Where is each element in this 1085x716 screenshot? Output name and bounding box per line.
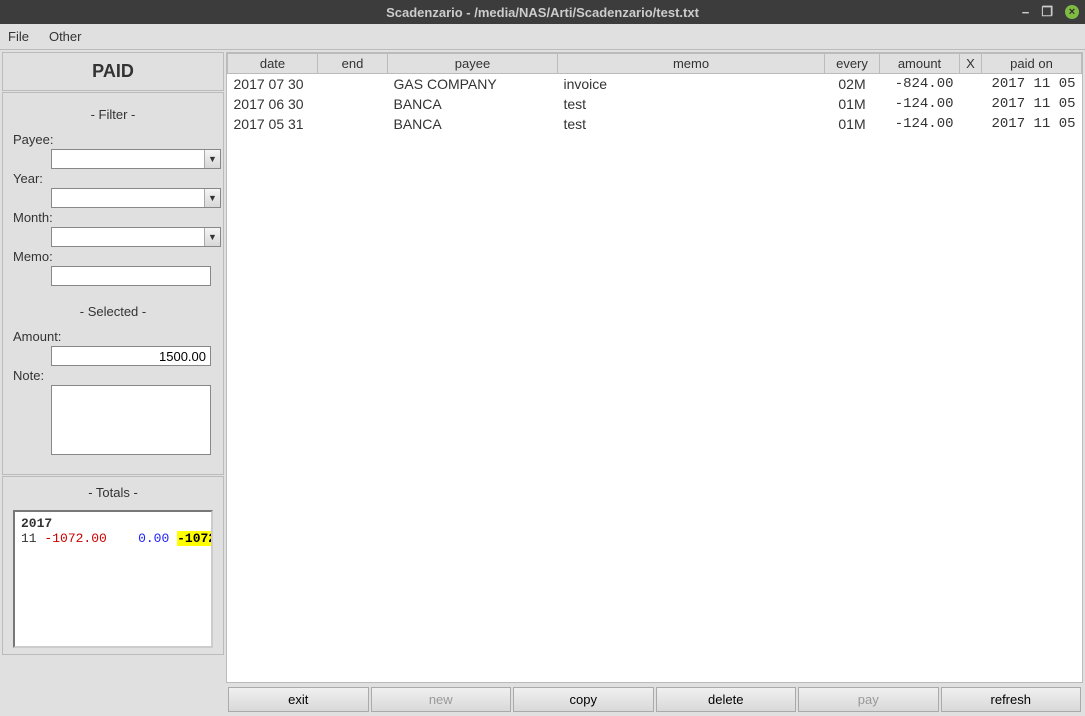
cell-every: 01M [825, 94, 880, 114]
year-row: Year: ▼ [13, 171, 213, 208]
cell-payee: GAS COMPANY [388, 74, 558, 95]
col-memo[interactable]: memo [558, 54, 825, 74]
cell-memo: invoice [558, 74, 825, 95]
month-label: Month: [13, 210, 213, 225]
month-combo[interactable]: ▼ [51, 227, 221, 247]
sidebar: PAID - Filter - Payee: ▼ Year: ▼ [2, 52, 224, 714]
cell-paid-on: 2017 11 05 [982, 94, 1082, 114]
chevron-down-icon[interactable]: ▼ [204, 189, 220, 207]
paid-title-panel: PAID [2, 52, 224, 91]
col-x[interactable]: X [960, 54, 982, 74]
month-input[interactable] [51, 227, 221, 247]
cell-paid-on: 2017 11 05 [982, 114, 1082, 134]
content: PAID - Filter - Payee: ▼ Year: ▼ [0, 50, 1085, 716]
pay-button[interactable]: pay [798, 687, 939, 712]
col-every[interactable]: every [825, 54, 880, 74]
totals-neg: -1072.00 [44, 531, 106, 546]
cell-x [960, 74, 982, 95]
year-label: Year: [13, 171, 213, 186]
filter-panel: - Filter - Payee: ▼ Year: ▼ [2, 92, 224, 475]
maximize-icon[interactable]: ❐ [1041, 4, 1053, 20]
cell-paid-on: 2017 11 05 [982, 74, 1082, 95]
minimize-icon[interactable]: − [1022, 5, 1030, 20]
cell-x [960, 114, 982, 134]
totals-year: 2017 [21, 516, 52, 531]
year-combo[interactable]: ▼ [51, 188, 221, 208]
payee-row: Payee: ▼ [13, 132, 213, 169]
totals-panel: - Totals - 2017 11 -1072.00 0.00 -1072.0… [2, 476, 224, 655]
cell-end [318, 114, 388, 134]
window-controls: − ❐ × [1022, 4, 1079, 20]
memo-row: Memo: [13, 249, 213, 286]
close-icon[interactable]: × [1065, 5, 1079, 19]
filter-heading: - Filter - [13, 107, 213, 122]
chevron-down-icon[interactable]: ▼ [204, 228, 220, 246]
data-table: date end payee memo every amount X paid … [227, 53, 1082, 134]
col-amount[interactable]: amount [880, 54, 960, 74]
totals-credit: 0.00 [138, 531, 169, 546]
totals-box[interactable]: 2017 11 -1072.00 0.00 -1072.00 [13, 510, 213, 648]
cell-date: 2017 07 30 [228, 74, 318, 95]
col-payee[interactable]: payee [388, 54, 558, 74]
note-textarea[interactable] [51, 385, 211, 455]
col-paid-on[interactable]: paid on [982, 54, 1082, 74]
cell-memo: test [558, 94, 825, 114]
memo-input[interactable] [51, 266, 211, 286]
amount-row: Amount: [13, 329, 213, 366]
year-input[interactable] [51, 188, 221, 208]
button-row: exit new copy delete pay refresh [226, 685, 1083, 714]
exit-button[interactable]: exit [228, 687, 369, 712]
cell-date: 2017 06 30 [228, 94, 318, 114]
payee-combo[interactable]: ▼ [51, 149, 221, 169]
chevron-down-icon[interactable]: ▼ [204, 150, 220, 168]
month-row: Month: ▼ [13, 210, 213, 247]
totals-heading: - Totals - [13, 485, 213, 500]
cell-end [318, 74, 388, 95]
cell-x [960, 94, 982, 114]
copy-button[interactable]: copy [513, 687, 654, 712]
app-window: Scadenzario - /media/NAS/Arti/Scadenzari… [0, 0, 1085, 716]
titlebar: Scadenzario - /media/NAS/Arti/Scadenzari… [0, 0, 1085, 24]
new-button[interactable]: new [371, 687, 512, 712]
table-row[interactable]: 2017 05 31 BANCAtest01M-124.00 2017 11 05 [228, 114, 1082, 134]
col-end[interactable]: end [318, 54, 388, 74]
payee-input[interactable] [51, 149, 221, 169]
note-row: Note: [13, 368, 213, 458]
menu-other[interactable]: Other [45, 27, 86, 46]
menubar: File Other [0, 24, 1085, 50]
window-title: Scadenzario - /media/NAS/Arti/Scadenzari… [0, 5, 1085, 20]
selected-heading: - Selected - [13, 304, 213, 319]
totals-month: 11 [21, 531, 37, 546]
menu-file[interactable]: File [4, 27, 33, 46]
cell-every: 02M [825, 74, 880, 95]
cell-amount: -124.00 [880, 94, 960, 114]
cell-amount: -124.00 [880, 114, 960, 134]
paid-title: PAID [92, 61, 134, 81]
note-label: Note: [13, 368, 213, 383]
main-area: date end payee memo every amount X paid … [226, 52, 1083, 714]
cell-every: 01M [825, 114, 880, 134]
cell-end [318, 94, 388, 114]
header-row: date end payee memo every amount X paid … [228, 54, 1082, 74]
totals-net: -1072.00 [177, 531, 213, 546]
amount-label: Amount: [13, 329, 213, 344]
cell-payee: BANCA [388, 114, 558, 134]
table-row[interactable]: 2017 06 30 BANCAtest01M-124.00 2017 11 05 [228, 94, 1082, 114]
refresh-button[interactable]: refresh [941, 687, 1082, 712]
cell-memo: test [558, 114, 825, 134]
payee-label: Payee: [13, 132, 213, 147]
col-date[interactable]: date [228, 54, 318, 74]
amount-input[interactable] [51, 346, 211, 366]
cell-payee: BANCA [388, 94, 558, 114]
table-row[interactable]: 2017 07 30 GAS COMPANYinvoice02M-824.00 20… [228, 74, 1082, 95]
cell-date: 2017 05 31 [228, 114, 318, 134]
cell-amount: -824.00 [880, 74, 960, 95]
delete-button[interactable]: delete [656, 687, 797, 712]
data-grid[interactable]: date end payee memo every amount X paid … [226, 52, 1083, 683]
memo-label: Memo: [13, 249, 213, 264]
